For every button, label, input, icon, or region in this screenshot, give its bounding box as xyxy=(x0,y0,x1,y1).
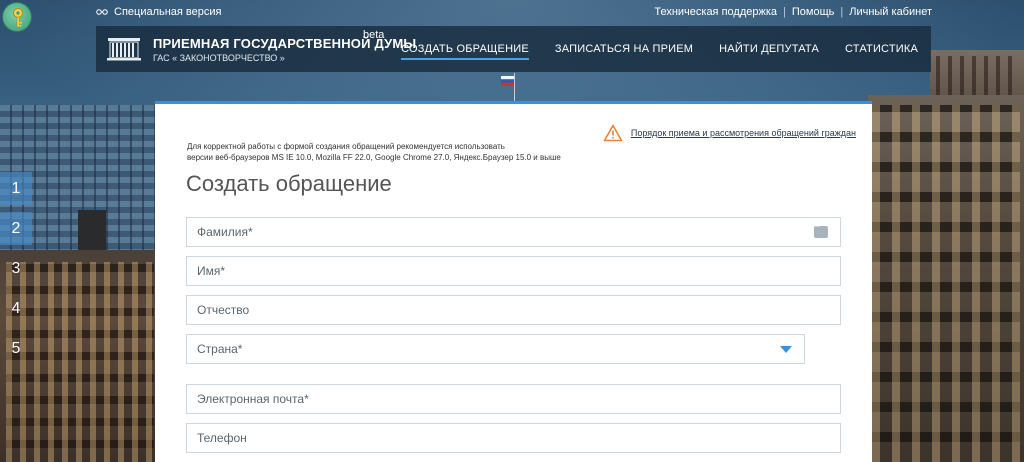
flag-icon xyxy=(501,76,514,86)
step-number[interactable]: 2 xyxy=(0,212,32,245)
special-version-link[interactable]: Специальная версия xyxy=(96,6,222,18)
appeal-form-card: Порядок приема и рассмотрения обращений … xyxy=(155,101,872,462)
site-subtitle: ГАС « ЗАКОНОТВОРЧЕСТВО » xyxy=(153,53,285,63)
key-icon[interactable] xyxy=(2,2,32,32)
browser-note-line: Для корректной работы с формой создания … xyxy=(187,142,505,151)
tech-support-link[interactable]: Техническая поддержка xyxy=(654,6,777,18)
nav-statistics[interactable]: СТАТИСТИКА xyxy=(832,26,931,72)
country-select-value: Страна* xyxy=(197,342,243,356)
email-input[interactable] xyxy=(197,385,840,413)
warning-icon xyxy=(603,124,623,142)
top-bar: Специальная версия Техническая поддержка… xyxy=(0,0,1024,32)
beta-badge: beta xyxy=(363,29,385,41)
step-number[interactable]: 1 xyxy=(0,172,32,205)
firstname-field[interactable] xyxy=(186,256,841,286)
phone-field[interactable] xyxy=(186,423,841,453)
nav-make-appointment[interactable]: ЗАПИСАТЬСЯ НА ПРИЕМ xyxy=(542,26,706,72)
step-number[interactable]: 3 xyxy=(0,252,32,285)
personal-cabinet-link[interactable]: Личный кабинет xyxy=(849,6,932,18)
separator: | xyxy=(783,6,786,18)
building-right-hotel xyxy=(868,95,1024,462)
separator: | xyxy=(840,6,844,18)
site-header: ПРИЕМНАЯ ГОСУДАРСТВЕННОЙ ДУМЫ beta ГАС «… xyxy=(96,26,931,72)
nav-find-deputy[interactable]: НАЙТИ ДЕПУТАТА xyxy=(706,26,832,72)
procedure-link[interactable]: Порядок приема и рассмотрения обращений … xyxy=(631,128,856,138)
side-step-numbers: 1 2 3 4 5 xyxy=(0,172,32,372)
duma-building-icon[interactable] xyxy=(106,34,142,62)
lastname-input[interactable] xyxy=(197,218,840,246)
patronymic-input[interactable] xyxy=(197,296,840,324)
main-nav: СОЗДАТЬ ОБРАЩЕНИЕ ЗАПИСАТЬСЯ НА ПРИЕМ НА… xyxy=(388,26,931,72)
phone-input[interactable] xyxy=(197,424,840,452)
firstname-input[interactable] xyxy=(197,257,840,285)
russian-flag xyxy=(501,73,515,101)
procedure-notice[interactable]: Порядок приема и рассмотрения обращений … xyxy=(603,124,856,142)
form-title: Создать обращение xyxy=(186,171,392,196)
special-version-label: Специальная версия xyxy=(114,6,222,18)
nav-create-appeal[interactable]: СОЗДАТЬ ОБРАЩЕНИЕ xyxy=(388,26,542,72)
country-select[interactable]: Страна* xyxy=(186,334,805,364)
top-links: Техническая поддержка | Помощь | Личный … xyxy=(654,6,932,18)
step-number[interactable]: 4 xyxy=(0,292,32,325)
lastname-field[interactable] xyxy=(186,217,841,247)
patronymic-field[interactable] xyxy=(186,295,841,325)
chevron-down-icon[interactable] xyxy=(780,346,792,353)
help-link[interactable]: Помощь xyxy=(792,6,835,18)
email-field[interactable] xyxy=(186,384,841,414)
browser-recommendation: Для корректной работы с формой создания … xyxy=(187,141,561,163)
glasses-icon xyxy=(96,9,108,15)
browser-note-line: версии веб-браузеров MS IE 10.0, Mozilla… xyxy=(187,153,561,162)
flag-pole xyxy=(514,73,515,101)
keyboard-dots-icon[interactable] xyxy=(814,223,828,238)
step-number[interactable]: 5 xyxy=(0,332,32,365)
